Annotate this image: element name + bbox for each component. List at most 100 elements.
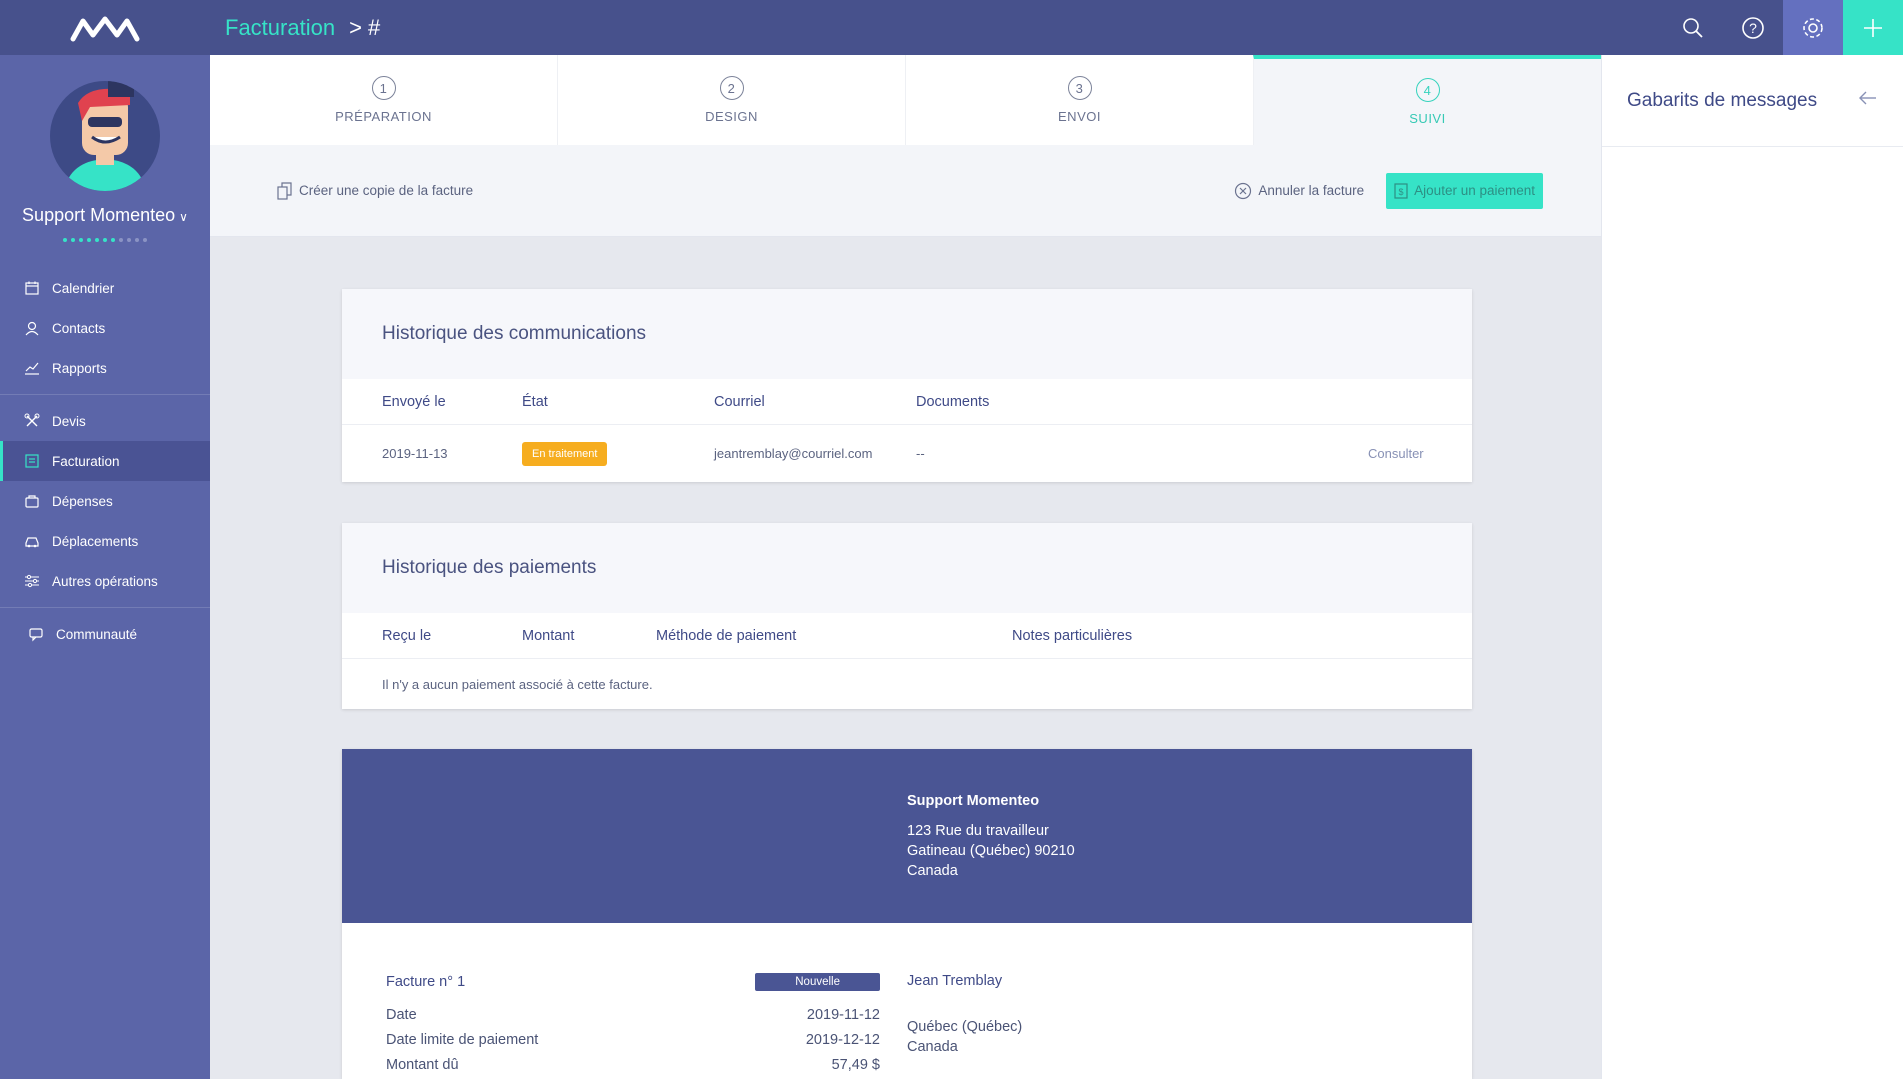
step-design[interactable]: 2 DESIGN xyxy=(557,55,905,145)
invoice-body: Facture n° 1 Nouvelle Date 2019-11-12 Da… xyxy=(342,923,1472,1079)
topbar-actions: ? xyxy=(1663,0,1903,55)
sidebar-item-deplacements[interactable]: Déplacements xyxy=(0,521,210,561)
search-button[interactable] xyxy=(1663,0,1723,55)
chat-icon xyxy=(29,628,43,642)
settings-button[interactable] xyxy=(1783,0,1843,55)
sidebar-item-autres-operations[interactable]: Autres opérations xyxy=(0,561,210,601)
action-bar: Créer une copie de la facture Annuler la… xyxy=(210,145,1601,237)
col-state: État xyxy=(522,393,548,410)
user-name: Support Momenteo xyxy=(22,205,176,225)
car-icon xyxy=(25,537,39,548)
avatar[interactable] xyxy=(50,81,160,191)
col-email: Courriel xyxy=(714,393,765,410)
communications-table-header: Envoyé le État Courriel Documents xyxy=(342,379,1472,425)
add-button[interactable] xyxy=(1843,0,1903,55)
momenteo-logo[interactable] xyxy=(0,0,210,55)
sidebar-item-calendrier[interactable]: Calendrier xyxy=(0,268,210,308)
invoice-due-label: Date limite de paiement xyxy=(386,1031,539,1048)
copy-icon xyxy=(277,181,292,200)
client-block: Jean Tremblay Québec (Québec) Canada xyxy=(907,971,1022,1057)
sidebar-item-label: Calendrier xyxy=(52,280,115,296)
col-received-on: Reçu le xyxy=(382,627,432,644)
invoice-number: Facture n° 1 xyxy=(386,973,466,990)
view-link[interactable]: Consulter xyxy=(1368,446,1424,461)
sidebar-item-label: Devis xyxy=(52,413,86,429)
sidebar-item-communaute[interactable]: Communauté xyxy=(0,614,210,654)
payment-doc-icon: $ xyxy=(1394,182,1408,199)
copy-invoice-label: Créer une copie de la facture xyxy=(299,183,474,198)
arrow-left-icon xyxy=(1859,91,1876,105)
sidebar-item-label: Facturation xyxy=(52,453,120,469)
sidebar-item-rapports[interactable]: Rapports xyxy=(0,348,210,388)
step-number: 2 xyxy=(719,76,744,100)
breadcrumb: Facturation > # xyxy=(210,15,380,41)
sidebar-item-contacts[interactable]: Contacts xyxy=(0,308,210,348)
invoice-header: Support Momenteo 123 Rue du travailleur … xyxy=(342,749,1472,923)
invoice-date-value: 2019-11-12 xyxy=(806,1006,880,1023)
breadcrumb-facturation[interactable]: Facturation xyxy=(225,15,335,41)
add-payment-button[interactable]: $ Ajouter un paiement xyxy=(1386,172,1543,209)
status-badge: En traitement xyxy=(522,441,608,466)
calendar-icon xyxy=(25,281,39,295)
add-payment-label: Ajouter un paiement xyxy=(1414,183,1535,198)
svg-text:?: ? xyxy=(1749,20,1757,36)
invoice-amount-label: Montant dû xyxy=(386,1056,459,1073)
chart-icon xyxy=(25,362,39,375)
invoice-due-value: 2019-12-12 xyxy=(805,1031,880,1048)
user-menu[interactable]: Support Momenteo ∨ xyxy=(0,205,210,226)
profile-progress-dots xyxy=(0,238,210,242)
col-payment-method: Méthode de paiement xyxy=(656,627,797,644)
tools-icon xyxy=(24,413,40,427)
user-icon xyxy=(25,321,39,336)
invoice-amount-value: 57,49 $ xyxy=(831,1056,880,1073)
help-icon: ? xyxy=(1742,16,1764,39)
communications-title: Historique des communications xyxy=(342,289,1472,379)
topbar: Facturation > # ? xyxy=(210,0,1903,55)
empty-payments-message: Il n'y a aucun paiement associé à cette … xyxy=(382,676,653,692)
step-number: 1 xyxy=(371,76,396,100)
cancel-invoice-button[interactable]: Annuler la facture xyxy=(1234,182,1364,200)
payments-table-header: Reçu le Montant Méthode de paiement Note… xyxy=(342,613,1472,659)
step-label: SUIVI xyxy=(1409,111,1446,126)
step-envoi[interactable]: 3 ENVOI xyxy=(905,55,1253,145)
close-panel-button[interactable] xyxy=(1858,90,1878,111)
sidebar-item-devis[interactable]: Devis xyxy=(0,401,210,441)
invoice-icon xyxy=(25,454,39,468)
copy-invoice-button[interactable]: Créer une copie de la facture xyxy=(277,181,474,200)
invoice-steps: 1 PRÉPARATION 2 DESIGN 3 ENVOI 4 SUIVI xyxy=(210,55,1601,145)
sidebar-item-label: Déplacements xyxy=(52,533,139,549)
invoice-preview: Support Momenteo 123 Rue du travailleur … xyxy=(342,749,1472,1079)
main-content: 1 PRÉPARATION 2 DESIGN 3 ENVOI 4 SUIVI C… xyxy=(210,55,1601,1079)
sidebar-item-facturation[interactable]: Facturation xyxy=(0,441,210,481)
company-address1: 123 Rue du travailleur xyxy=(907,823,1049,839)
sliders-icon xyxy=(25,574,39,588)
sidebar-nav: Calendrier Contacts Rapports Devis Factu… xyxy=(0,262,210,660)
step-preparation[interactable]: 1 PRÉPARATION xyxy=(210,55,557,145)
help-button[interactable]: ? xyxy=(1723,0,1783,55)
sidebar-item-depenses[interactable]: Dépenses xyxy=(0,481,210,521)
invoice-date-label: Date xyxy=(386,1006,417,1023)
chevron-down-icon: ∨ xyxy=(179,210,188,224)
nav-group-operations: Devis Facturation Dépenses Déplacements … xyxy=(0,395,210,608)
logo-icon xyxy=(70,16,140,41)
payments-card: Historique des paiements Reçu le Montant… xyxy=(342,523,1472,709)
step-suivi[interactable]: 4 SUIVI xyxy=(1253,55,1601,145)
plus-icon xyxy=(1864,18,1882,37)
row-documents: -- xyxy=(916,446,925,461)
sidebar-item-label: Rapports xyxy=(52,360,107,376)
sidebar-item-label: Autres opérations xyxy=(52,573,158,589)
step-label: PRÉPARATION xyxy=(335,109,432,124)
client-city: Québec (Québec) xyxy=(907,1019,1023,1035)
cancel-invoice-label: Annuler la facture xyxy=(1258,183,1365,198)
communications-card: Historique des communications Envoyé le … xyxy=(342,289,1472,482)
panel-title: Gabarits de messages xyxy=(1627,89,1818,111)
row-date: 2019-11-13 xyxy=(382,446,448,461)
sidebar-item-label: Communauté xyxy=(56,626,138,642)
step-label: ENVOI xyxy=(1058,109,1101,124)
step-number: 3 xyxy=(1067,76,1092,100)
bag-icon xyxy=(25,495,39,508)
sidebar-item-label: Dépenses xyxy=(52,493,113,509)
avatar-illustration-icon xyxy=(64,81,146,191)
client-name: Jean Tremblay xyxy=(907,973,1003,989)
row-email: jeantremblay@courriel.com xyxy=(714,446,873,461)
